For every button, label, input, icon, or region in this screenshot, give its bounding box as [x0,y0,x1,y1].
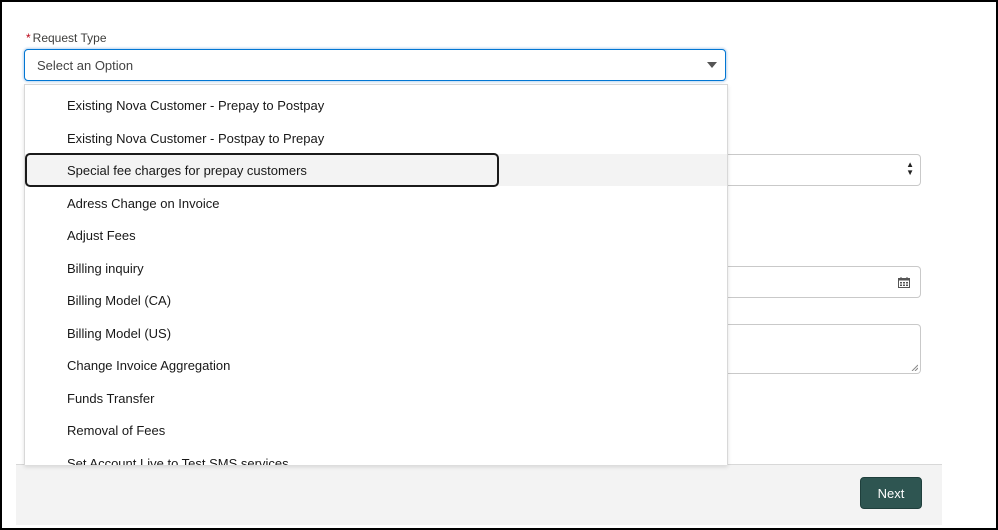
request-type-listbox[interactable]: Existing Nova Customer - Prepay to Postp… [24,84,728,465]
option-label: Adress Change on Invoice [67,196,220,211]
request-type-label: * Request Type [26,31,107,45]
option-label: Billing Model (CA) [67,293,172,308]
option-special-fee-charges[interactable]: Special fee charges for prepay customers [25,153,727,187]
option-billing-model-ca[interactable]: Billing Model (CA) [25,284,727,316]
screen-frame: *Request Type Select an Option ▲▼ Next [0,0,998,530]
modal-footer: Next [16,464,942,525]
option-label: Existing Nova Customer - Prepay to Postp… [67,98,325,113]
option-set-account-live[interactable]: Set Account Live to Test SMS services [25,447,727,465]
option-label: Set Account Live to Test SMS services [67,456,289,465]
option-adjust-fees[interactable]: Adjust Fees [25,219,727,251]
up-down-arrows-icon: ▲ ▼ [906,160,914,177]
option-removal-of-fees[interactable]: Removal of Fees [25,414,727,446]
request-type-label-text: Request Type [32,31,107,45]
option-billing-model-us[interactable]: Billing Model (US) [25,317,727,349]
background-select-field[interactable]: ▲ ▼ [722,154,921,186]
background-textarea[interactable] [722,324,921,374]
option-label: Billing inquiry [67,261,144,276]
option-label: Billing Model (US) [67,326,172,341]
option-label: Change Invoice Aggregation [67,358,231,373]
option-address-change[interactable]: Adress Change on Invoice [25,187,727,219]
request-type-combobox[interactable]: Select an Option [24,49,726,81]
option-label: Removal of Fees [67,423,166,438]
option-funds-transfer[interactable]: Funds Transfer [25,382,727,414]
calendar-icon[interactable] [898,277,910,288]
option-label: Special fee charges for prepay customers [67,163,307,178]
option-label: Funds Transfer [67,391,155,406]
combobox-placeholder: Select an Option [37,58,134,73]
option-label: Existing Nova Customer - Postpay to Prep… [67,131,325,146]
required-marker: * [26,31,31,45]
chevron-down-icon[interactable] [707,62,717,68]
option-change-invoice-aggregation[interactable]: Change Invoice Aggregation [25,349,727,381]
option-prepay-to-postpay[interactable]: Existing Nova Customer - Prepay to Postp… [25,89,727,121]
background-date-field[interactable] [722,266,921,298]
resize-handle-icon[interactable] [911,364,918,371]
option-billing-inquiry[interactable]: Billing inquiry [25,252,727,284]
option-label: Adjust Fees [67,228,136,243]
next-button[interactable]: Next [860,477,922,509]
option-postpay-to-prepay[interactable]: Existing Nova Customer - Postpay to Prep… [25,122,727,154]
